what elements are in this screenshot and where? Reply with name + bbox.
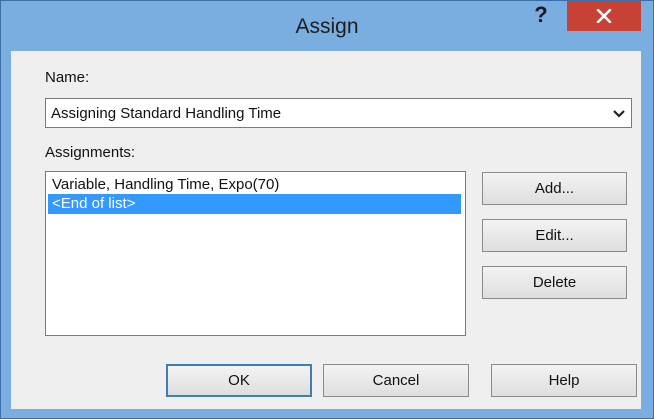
assign-dialog: Assign ? Name: Assigning Standard Handli… (0, 0, 654, 419)
cancel-button[interactable]: Cancel (323, 364, 469, 397)
title-bar[interactable]: Assign ? (1, 1, 653, 51)
assignments-listbox[interactable]: Variable, Handling Time, Expo(70) <End o… (45, 171, 466, 336)
dialog-title: Assign (295, 15, 359, 38)
name-value: Assigning Standard Handling Time (51, 105, 282, 122)
help-button[interactable]: Help (491, 364, 637, 397)
edit-button[interactable]: Edit... (482, 219, 627, 252)
delete-button[interactable]: Delete (482, 266, 627, 299)
add-button[interactable]: Add... (482, 172, 627, 205)
name-combobox[interactable]: Assigning Standard Handling Time (45, 98, 632, 128)
ok-button[interactable]: OK (166, 364, 312, 397)
assignments-label: Assignments: (45, 144, 136, 161)
chevron-down-icon[interactable] (613, 109, 625, 118)
close-icon (596, 9, 612, 23)
list-item[interactable]: Variable, Handling Time, Expo(70) (48, 175, 461, 195)
name-label: Name: (45, 69, 90, 86)
list-item-selected[interactable]: <End of list> (48, 194, 461, 214)
dialog-body: Name: Assigning Standard Handling Time A… (11, 51, 641, 409)
help-icon[interactable]: ? (528, 1, 554, 31)
close-button[interactable] (567, 1, 641, 31)
